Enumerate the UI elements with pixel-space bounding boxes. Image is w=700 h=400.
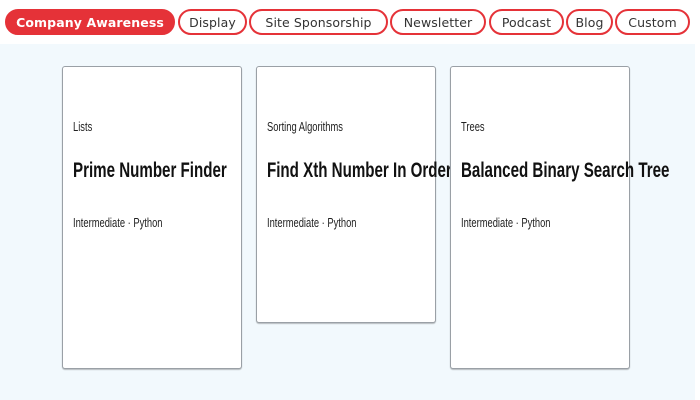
- page-right-edge: [695, 44, 700, 400]
- problem-card-find-xth-number[interactable]: Sorting Algorithms Find Xth Number In Or…: [256, 66, 452, 323]
- tab-newsletter[interactable]: Newsletter: [390, 9, 486, 35]
- tab-company-awareness[interactable]: Company Awareness: [5, 9, 175, 35]
- ad-type-tab-bar: Company Awareness Display Site Sponsorsh…: [0, 0, 700, 44]
- ad-preview-area: Lists Prime Number Finder Intermediate ·…: [0, 44, 695, 400]
- tab-custom[interactable]: Custom: [615, 9, 690, 35]
- card-meta: Intermediate · Python: [461, 215, 551, 230]
- tab-site-sponsorship[interactable]: Site Sponsorship: [249, 9, 388, 35]
- tab-podcast[interactable]: Podcast: [489, 9, 564, 35]
- problem-card-balanced-bst[interactable]: Trees Balanced Binary Search Tree Interm…: [450, 66, 669, 369]
- card-title: Balanced Binary Search Tree: [461, 159, 670, 182]
- tab-blog[interactable]: Blog: [566, 9, 613, 35]
- card-meta: Intermediate · Python: [267, 215, 357, 230]
- card-title: Find Xth Number In Order: [267, 159, 452, 182]
- card-title: Prime Number Finder: [73, 159, 227, 182]
- card-meta: Intermediate · Python: [73, 215, 163, 230]
- tab-display[interactable]: Display: [178, 9, 247, 35]
- problem-card-prime-number-finder[interactable]: Lists Prime Number Finder Intermediate ·…: [62, 66, 242, 369]
- card-category: Sorting Algorithms: [267, 119, 343, 134]
- card-category: Trees: [461, 119, 485, 134]
- card-category: Lists: [73, 119, 93, 134]
